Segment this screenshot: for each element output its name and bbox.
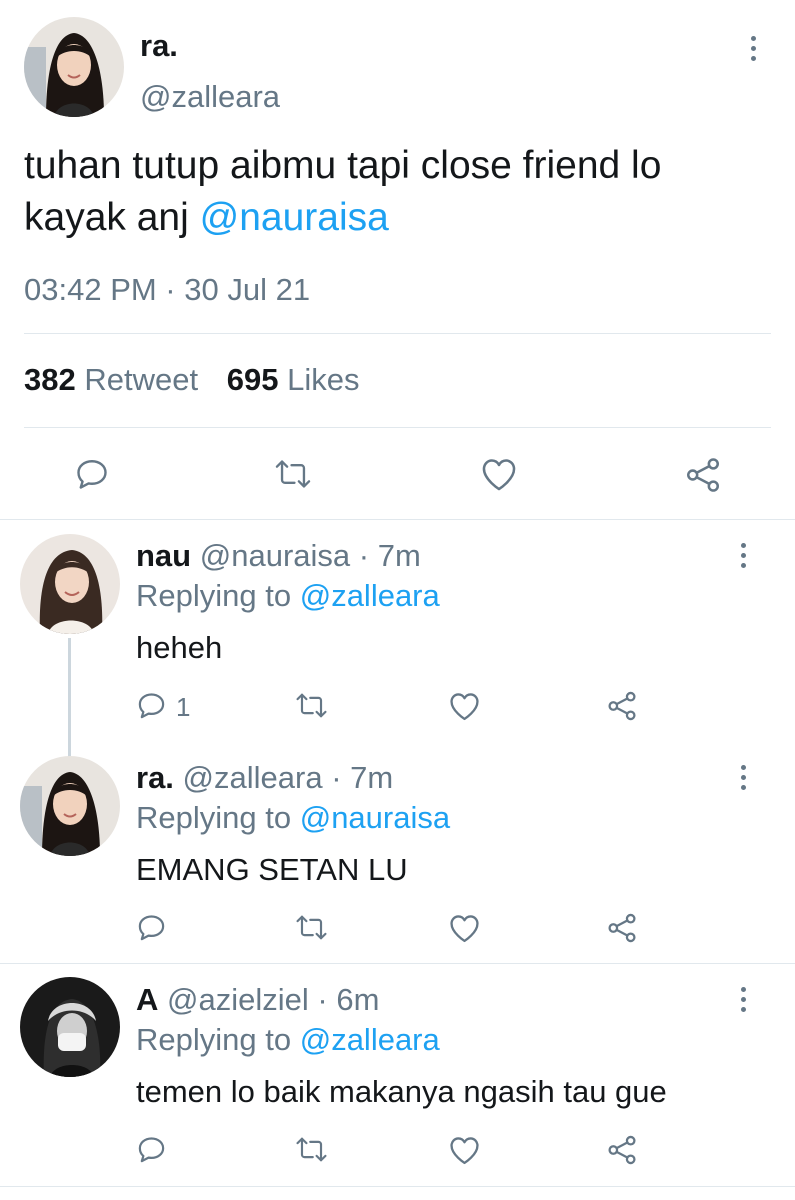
more-icon[interactable]: [728, 535, 758, 575]
more-icon[interactable]: [738, 28, 768, 68]
display-name[interactable]: ra.: [136, 760, 174, 795]
more-icon[interactable]: [728, 757, 758, 797]
user-handle[interactable]: @nauraisa: [200, 538, 350, 573]
avatar[interactable]: [24, 17, 124, 117]
retweet-label[interactable]: Retweet: [84, 362, 198, 397]
reply-age[interactable]: 7m: [378, 538, 421, 573]
retweet-icon[interactable]: [274, 456, 312, 492]
tweet-timestamp[interactable]: 03:42 PM · 30 Jul 21: [24, 272, 310, 308]
like-icon[interactable]: [448, 691, 481, 721]
reply-icon[interactable]: [136, 1134, 167, 1165]
tweet-stats: 382 Retweet 695 Likes: [24, 362, 379, 398]
display-name[interactable]: ra.: [140, 28, 178, 64]
user-handle[interactable]: @zalleara: [140, 79, 280, 115]
retweet-count[interactable]: 382: [24, 362, 76, 397]
separator-dot: ·: [308, 982, 337, 1017]
retweet-icon[interactable]: [295, 912, 328, 943]
reply-age[interactable]: 6m: [336, 982, 379, 1017]
user-handle[interactable]: @zalleara: [183, 760, 323, 795]
reply-item[interactable]: A @azielziel · 6m Replying to @zalleara …: [0, 964, 795, 1189]
replying-to-link[interactable]: @zalleara: [300, 578, 440, 613]
tweet-text: tuhan tutup aibmu tapi close friend lo k…: [24, 140, 764, 244]
retweet-icon[interactable]: [295, 1134, 328, 1165]
share-icon[interactable]: [606, 1134, 638, 1166]
reply-item[interactable]: ra. @zalleara · 7m Replying to @nauraisa…: [0, 742, 795, 964]
reply-header: A @azielziel · 6m: [136, 982, 379, 1018]
user-handle[interactable]: @azielziel: [167, 982, 309, 1017]
reply-text: heheh: [136, 630, 223, 665]
divider: [24, 333, 771, 334]
thread-line: [68, 638, 71, 758]
replying-prefix: Replying to: [136, 1022, 292, 1057]
more-icon[interactable]: [728, 979, 758, 1019]
main-tweet: ra. @zalleara tuhan tutup aibmu tapi clo…: [0, 0, 795, 520]
replying-to: Replying to @zalleara: [136, 578, 440, 614]
avatar[interactable]: [20, 534, 120, 634]
like-icon[interactable]: [448, 913, 481, 943]
replying-prefix: Replying to: [136, 800, 292, 835]
display-name[interactable]: nau: [136, 538, 191, 573]
replying-to: Replying to @nauraisa: [136, 800, 450, 836]
replying-to-link[interactable]: @nauraisa: [300, 800, 450, 835]
reply-item[interactable]: nau @nauraisa · 7m Replying to @zalleara…: [0, 520, 795, 758]
replying-to: Replying to @zalleara: [136, 1022, 440, 1058]
divider: [0, 1186, 795, 1187]
reply-count: 1: [176, 692, 191, 722]
mention-link[interactable]: @nauraisa: [200, 196, 389, 239]
share-icon[interactable]: [606, 912, 638, 944]
reply-text: EMANG SETAN LU: [136, 852, 408, 887]
reply-icon[interactable]: [136, 690, 167, 721]
replying-to-link[interactable]: @zalleara: [300, 1022, 440, 1057]
divider: [24, 427, 771, 428]
retweet-icon[interactable]: [295, 690, 328, 721]
like-count[interactable]: 695: [227, 362, 279, 397]
replying-prefix: Replying to: [136, 578, 292, 613]
reply-header: nau @nauraisa · 7m: [136, 538, 421, 574]
like-icon[interactable]: [480, 456, 518, 492]
like-icon[interactable]: [448, 1135, 481, 1165]
separator-dot: ·: [322, 760, 351, 795]
reply-icon[interactable]: [136, 912, 167, 943]
reply-text: temen lo baik makanya ngasih tau gue: [136, 1074, 667, 1109]
likes-label[interactable]: Likes: [287, 362, 359, 397]
reply-header: ra. @zalleara · 7m: [136, 760, 393, 796]
reply-icon[interactable]: [74, 456, 110, 492]
share-icon[interactable]: [684, 456, 722, 494]
avatar[interactable]: [20, 756, 120, 856]
reply-age[interactable]: 7m: [350, 760, 393, 795]
separator-dot: ·: [350, 538, 378, 573]
share-icon[interactable]: [606, 690, 638, 722]
avatar[interactable]: [20, 977, 120, 1077]
display-name[interactable]: A: [136, 982, 158, 1017]
